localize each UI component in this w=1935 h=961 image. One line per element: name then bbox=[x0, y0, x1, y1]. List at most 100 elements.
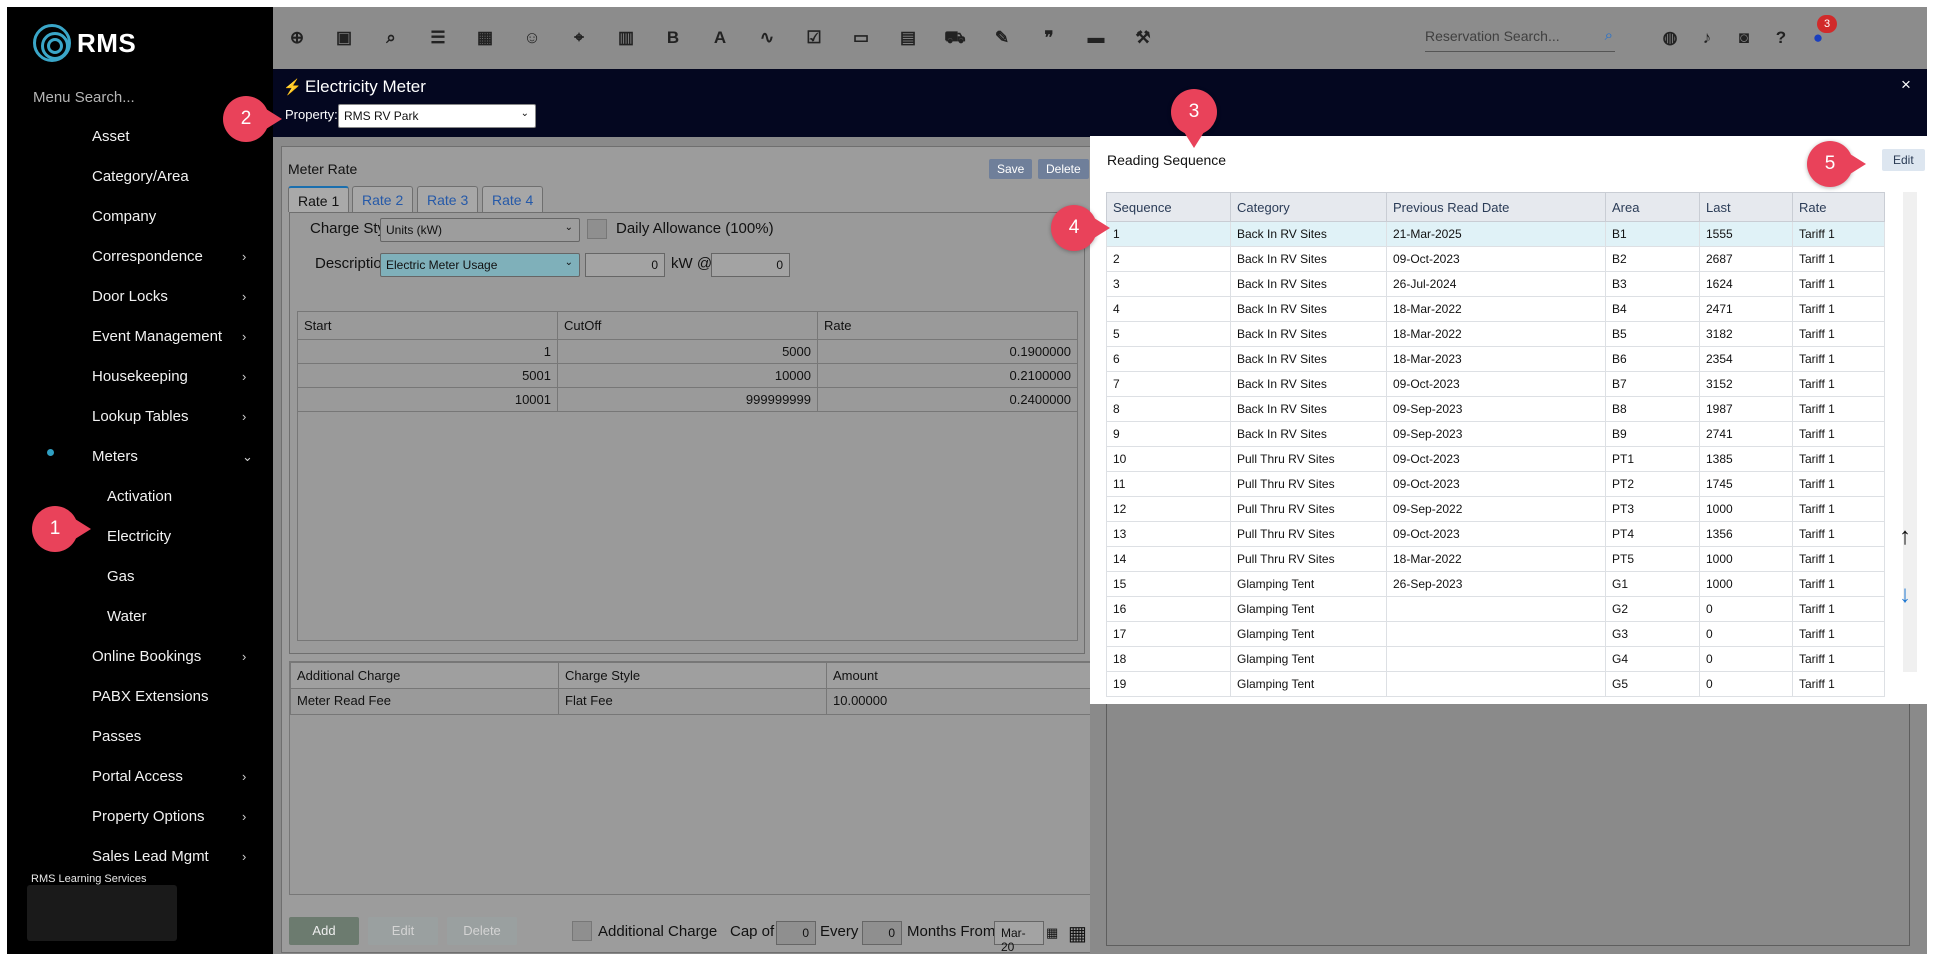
table-row[interactable]: 5001 10000 0.2100000 bbox=[297, 363, 1078, 388]
sidebar-item-asset[interactable]: Asset bbox=[92, 125, 130, 149]
kw-input[interactable]: 0 bbox=[585, 253, 665, 277]
search-bed-icon[interactable]: ⌕ bbox=[1605, 27, 1613, 44]
chat-icon[interactable]: ◙ bbox=[1733, 27, 1755, 49]
sidebar-item-gas[interactable]: Gas bbox=[107, 565, 135, 589]
grid-icon[interactable]: ▦ bbox=[474, 27, 496, 49]
sidebar-item-online-bookings[interactable]: Online Bookings bbox=[92, 645, 201, 669]
table-row[interactable]: 1 5000 0.1900000 bbox=[297, 339, 1078, 364]
table-row[interactable]: 10001 999999999 0.2400000 bbox=[297, 387, 1078, 412]
bell-icon[interactable]: ♪ bbox=[1696, 27, 1718, 49]
table-row[interactable]: 12 Pull Thru RV Sites 09-Sep-2022 PT3 1000 Ta… bbox=[1106, 496, 1885, 522]
delete-charge-button[interactable]: Delete bbox=[447, 917, 517, 945]
filter-icon[interactable]: ☰ bbox=[427, 27, 449, 49]
sidebar-item-event-management[interactable]: Event Management bbox=[92, 325, 222, 349]
table-row[interactable]: 2 Back In RV Sites 09-Oct-2023 B2 2687 Tariff… bbox=[1106, 246, 1885, 272]
sidebar-item-electricity[interactable]: Electricity bbox=[107, 525, 171, 549]
daily-allowance-checkbox[interactable] bbox=[587, 219, 607, 239]
chevron-down-icon[interactable]: ⌄ bbox=[242, 445, 253, 469]
card-icon[interactable]: ▭ bbox=[850, 27, 872, 49]
table-row[interactable]: 15 Glamping Tent 26-Sep-2023 G1 1000 Tariff 1 bbox=[1106, 571, 1885, 597]
months-from-input[interactable]: Mar-20 bbox=[994, 921, 1044, 954]
table-row[interactable]: 7 Back In RV Sites 09-Oct-2023 B7 3152 Tariff… bbox=[1106, 371, 1885, 397]
add-icon[interactable]: ⊕ bbox=[286, 27, 308, 49]
additional-charge-checkbox[interactable] bbox=[572, 921, 592, 941]
close-icon[interactable]: × bbox=[1901, 75, 1911, 95]
rate-input[interactable]: 0 bbox=[711, 253, 790, 277]
table-row[interactable]: 17 Glamping Tent G3 0 Tariff 1 bbox=[1106, 621, 1885, 647]
chart-icon[interactable]: ∿ bbox=[756, 27, 778, 49]
table-row[interactable]: 4 Back In RV Sites 18-Mar-2022 B4 2471 Tariff… bbox=[1106, 296, 1885, 322]
table-row[interactable]: Meter Read Fee Flat Fee 10.00000 bbox=[290, 688, 1094, 715]
add-button[interactable]: Add bbox=[289, 917, 359, 945]
table-row[interactable]: 11 Pull Thru RV Sites 09-Oct-2023 PT2 1745 Ta… bbox=[1106, 471, 1885, 497]
bold-icon[interactable]: B bbox=[662, 27, 684, 49]
property-select[interactable]: RMS RV Park ⌄ bbox=[338, 104, 536, 128]
globe-icon[interactable]: ◍ bbox=[1659, 27, 1681, 49]
table-row[interactable]: 9 Back In RV Sites 09-Sep-2023 B9 2741 Tariff… bbox=[1106, 421, 1885, 447]
reservation-search[interactable]: ⌕ bbox=[1425, 24, 1615, 52]
save-button[interactable]: Save bbox=[989, 159, 1033, 179]
note-icon[interactable]: ✎ bbox=[991, 27, 1013, 49]
chevron-right-icon[interactable]: › bbox=[242, 405, 246, 429]
table-row[interactable]: 16 Glamping Tent G2 0 Tariff 1 bbox=[1106, 596, 1885, 622]
menu-search-input[interactable]: Menu Search... bbox=[33, 89, 135, 106]
cart-icon[interactable]: ⛟ bbox=[944, 27, 966, 49]
chevron-right-icon[interactable]: › bbox=[242, 765, 246, 789]
table-row[interactable]: 3 Back In RV Sites 26-Jul-2024 B3 1624 Tariff… bbox=[1106, 271, 1885, 297]
calendar-small-icon[interactable]: ▦ bbox=[1046, 925, 1058, 941]
chevron-right-icon[interactable]: › bbox=[242, 365, 246, 389]
search-icon[interactable]: ⌕ bbox=[380, 27, 402, 49]
table-row[interactable]: 5 Back In RV Sites 18-Mar-2022 B5 3182 Tariff… bbox=[1106, 321, 1885, 347]
chevron-right-icon[interactable]: › bbox=[242, 285, 246, 309]
description-select[interactable]: Electric Meter Usage ⌄ bbox=[380, 253, 580, 277]
column-header-previous-read-date[interactable]: Previous Read Date bbox=[1386, 192, 1606, 222]
table-row[interactable]: 14 Pull Thru RV Sites 18-Mar-2022 PT5 1000 Ta… bbox=[1106, 546, 1885, 572]
sidebar-item-pabx-extensions[interactable]: PABX Extensions bbox=[92, 685, 208, 709]
sidebar-item-portal-access[interactable]: Portal Access bbox=[92, 765, 183, 789]
cap-of-input[interactable]: 0 bbox=[776, 921, 816, 945]
table-row[interactable]: 18 Glamping Tent G4 0 Tariff 1 bbox=[1106, 646, 1885, 672]
column-header-rate[interactable]: Rate bbox=[817, 311, 1078, 340]
document-icon[interactable]: ▤ bbox=[897, 27, 919, 49]
column-header-start[interactable]: Start bbox=[297, 311, 558, 340]
column-header-amount[interactable]: Amount bbox=[826, 662, 1094, 689]
tab-rate-3[interactable]: Rate 3 bbox=[417, 186, 479, 212]
every-input[interactable]: 0 bbox=[862, 921, 902, 945]
reservation-search-input[interactable] bbox=[1425, 24, 1585, 48]
sidebar-item-category-area[interactable]: Category/Area bbox=[92, 165, 189, 189]
table-row[interactable]: 19 Glamping Tent G5 0 Tariff 1 bbox=[1106, 671, 1885, 697]
sidebar-item-passes[interactable]: Passes bbox=[92, 725, 141, 749]
sidebar-item-housekeeping[interactable]: Housekeeping bbox=[92, 365, 188, 389]
table-row[interactable]: 10 Pull Thru RV Sites 09-Oct-2023 PT1 1385 Ta… bbox=[1106, 446, 1885, 472]
column-header-cutoff[interactable]: CutOff bbox=[557, 311, 818, 340]
calendar-icon[interactable]: ▣ bbox=[333, 27, 355, 49]
table-row[interactable]: 1 Back In RV Sites 21-Mar-2025 B1 1555 Tariff… bbox=[1106, 221, 1885, 247]
hammer-icon[interactable]: ⚒ bbox=[1132, 27, 1154, 49]
chevron-right-icon[interactable]: › bbox=[242, 245, 246, 269]
sidebar-item-property-options[interactable]: Property Options bbox=[92, 805, 205, 829]
calendar-icon[interactable]: ▦ bbox=[1068, 921, 1087, 946]
sidebar-item-lookup-tables[interactable]: Lookup Tables bbox=[92, 405, 188, 429]
tab-rate-2[interactable]: Rate 2 bbox=[352, 186, 414, 212]
charge-style-select[interactable]: Units (kW) ⌄ bbox=[380, 218, 580, 242]
tab-rate-1[interactable]: Rate 1 bbox=[288, 186, 350, 212]
bed-icon[interactable]: ▬ bbox=[1085, 27, 1107, 49]
chevron-right-icon[interactable]: › bbox=[242, 645, 246, 669]
chevron-right-icon[interactable]: › bbox=[242, 845, 246, 869]
column-header-charge-style[interactable]: Charge Style bbox=[558, 662, 827, 689]
checklist-icon[interactable]: ☑ bbox=[803, 27, 825, 49]
delete-button[interactable]: Delete bbox=[1038, 159, 1089, 179]
guests-icon[interactable]: ☺ bbox=[521, 27, 543, 49]
sidebar-item-water[interactable]: Water bbox=[107, 605, 146, 629]
reading-sequence-edit-button[interactable]: Edit bbox=[1882, 149, 1925, 171]
sidebar-item-company[interactable]: Company bbox=[92, 205, 156, 229]
map-pin-icon[interactable]: ⌖ bbox=[568, 27, 590, 49]
sidebar-item-correspondence[interactable]: Correspondence bbox=[92, 245, 203, 269]
user-icon[interactable]: ● bbox=[1807, 27, 1829, 49]
table-row[interactable]: 8 Back In RV Sites 09-Sep-2023 B8 1987 Tariff… bbox=[1106, 396, 1885, 422]
move-up-arrow-icon[interactable]: ↑ bbox=[1899, 523, 1911, 551]
edit-button[interactable]: Edit bbox=[368, 917, 438, 945]
column-header-sequence[interactable]: Sequence bbox=[1106, 192, 1231, 222]
chevron-right-icon[interactable]: › bbox=[242, 805, 246, 829]
quote-icon[interactable]: ❞ bbox=[1038, 27, 1060, 49]
